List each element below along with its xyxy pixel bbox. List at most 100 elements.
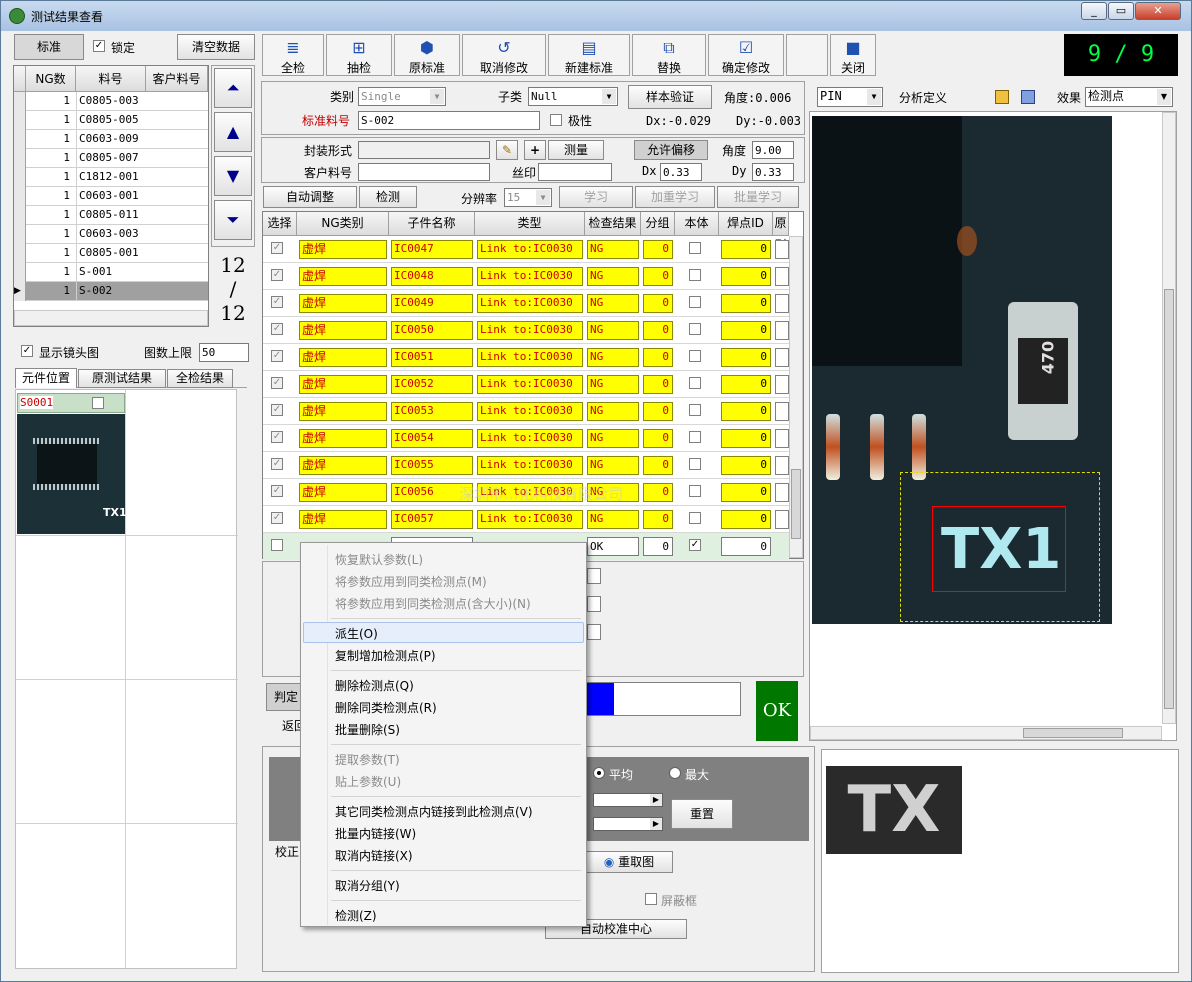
- group-value[interactable]: 0: [643, 321, 673, 340]
- principle-cell[interactable]: [775, 348, 789, 367]
- table-row[interactable]: ✓ 虚焊 IC0052 Link to:IC0030 NG 0 0: [263, 371, 789, 398]
- group-value[interactable]: 0: [643, 348, 673, 367]
- solder-id[interactable]: 0: [721, 429, 771, 448]
- menu-item[interactable]: 恢复默认参数(L): [335, 551, 423, 568]
- customer-part-input[interactable]: [358, 163, 490, 181]
- polarity-checkbox[interactable]: [550, 114, 562, 126]
- sub-part-type[interactable]: Link to:IC0030: [477, 429, 583, 448]
- confirm-edit-button[interactable]: ☑ 确定修改: [708, 34, 784, 76]
- silk-input[interactable]: [538, 163, 612, 181]
- check-result[interactable]: NG: [587, 267, 639, 286]
- body-checkbox[interactable]: [689, 323, 701, 335]
- group-value[interactable]: 0: [643, 510, 673, 529]
- group-value[interactable]: 0: [643, 402, 673, 421]
- sub-part-name[interactable]: IC0052: [391, 375, 473, 394]
- layers-icon[interactable]: [995, 90, 1009, 104]
- row-select-checkbox[interactable]: ✓: [271, 350, 283, 362]
- row-select-checkbox[interactable]: ✓: [271, 296, 283, 308]
- part-list-row[interactable]: 1 C0603-001: [14, 187, 208, 206]
- close-window-button[interactable]: ✕: [1135, 2, 1181, 20]
- group-value[interactable]: 0: [643, 240, 673, 259]
- menu-item[interactable]: 取消内链接(X): [335, 847, 413, 864]
- principle-cell[interactable]: [775, 456, 789, 475]
- mask-checkbox[interactable]: [645, 893, 657, 905]
- solder-id[interactable]: 0: [721, 456, 771, 475]
- sub-part-type[interactable]: Link to:IC0030: [477, 402, 583, 421]
- part-list-row[interactable]: 1 C0805-007: [14, 149, 208, 168]
- clear-data-button[interactable]: 清空数据: [177, 34, 255, 60]
- group-value[interactable]: 0: [643, 537, 673, 556]
- part-list-row[interactable]: 1 C1812-001: [14, 168, 208, 187]
- table-header-8[interactable]: 原则: [773, 212, 789, 252]
- ng-category[interactable]: 虚焊: [299, 429, 387, 448]
- row-select-checkbox[interactable]: ✓: [271, 485, 283, 497]
- sub-part-type[interactable]: Link to:IC0030: [477, 321, 583, 340]
- solder-id[interactable]: 0: [721, 321, 771, 340]
- sub-part-type[interactable]: Link to:IC0030: [477, 510, 583, 529]
- principle-cell[interactable]: [775, 483, 789, 502]
- check-result[interactable]: NG: [587, 375, 639, 394]
- image-limit-input[interactable]: 50: [199, 343, 249, 362]
- body-checkbox[interactable]: [689, 458, 701, 470]
- menu-item[interactable]: 贴上参数(U): [335, 773, 401, 790]
- sub-part-name[interactable]: IC0055: [391, 456, 473, 475]
- check-result[interactable]: NG: [587, 456, 639, 475]
- sub-part-name[interactable]: IC0047: [391, 240, 473, 259]
- principle-cell[interactable]: [775, 294, 789, 313]
- body-checkbox[interactable]: [689, 350, 701, 362]
- table-header-5[interactable]: 分组: [641, 212, 675, 236]
- menu-item[interactable]: 将参数应用到同类检测点(M): [335, 573, 487, 590]
- group-value[interactable]: 0: [643, 375, 673, 394]
- row-select-checkbox[interactable]: ✓: [271, 512, 283, 524]
- allow-offset-button[interactable]: 允许偏移: [634, 140, 708, 160]
- check-result[interactable]: NG: [587, 402, 639, 421]
- part-list-row[interactable]: ▶ 1 S-002: [14, 282, 208, 301]
- angle-input[interactable]: 9.00: [752, 141, 794, 159]
- body-checkbox[interactable]: ✓: [689, 539, 701, 551]
- principle-cell[interactable]: [775, 375, 789, 394]
- menu-item[interactable]: 批量内链接(W): [335, 825, 416, 842]
- tab-standard[interactable]: 标准: [14, 34, 84, 60]
- category-select[interactable]: Single ▼: [358, 87, 446, 106]
- original-standard-button[interactable]: ⬢ 原标准: [394, 34, 460, 76]
- part-list-row[interactable]: 1 C0805-011: [14, 206, 208, 225]
- sample-check-button[interactable]: ⊞ 抽检: [326, 34, 392, 76]
- learn-button[interactable]: 学习: [559, 186, 633, 208]
- part-list-row[interactable]: 1 C0603-009: [14, 130, 208, 149]
- check-result[interactable]: OK: [587, 537, 639, 556]
- thumbnail-checkbox[interactable]: [92, 397, 104, 409]
- principle-cell[interactable]: [775, 402, 789, 421]
- solder-id[interactable]: 0: [721, 240, 771, 259]
- first-page-button[interactable]: ⏶: [214, 68, 252, 108]
- sub-part-name[interactable]: IC0054: [391, 429, 473, 448]
- row-select-checkbox[interactable]: ✓: [271, 431, 283, 443]
- sub-part-name[interactable]: IC0048: [391, 267, 473, 286]
- menu-item[interactable]: 取消分组(Y): [335, 877, 400, 894]
- check-result[interactable]: NG: [587, 348, 639, 367]
- check-result[interactable]: NG: [587, 429, 639, 448]
- reinforce-learn-button[interactable]: 加重学习: [635, 186, 715, 208]
- lock-checkbox[interactable]: ✓: [93, 40, 105, 52]
- cancel-edit-button[interactable]: ↺ 取消修改: [462, 34, 546, 76]
- body-checkbox[interactable]: [689, 269, 701, 281]
- table-header-2[interactable]: 子件名称: [389, 212, 475, 236]
- max-radio[interactable]: [669, 767, 681, 779]
- avg-radio[interactable]: [593, 767, 605, 779]
- pin-select[interactable]: PIN ▼: [817, 87, 883, 107]
- ng-category[interactable]: 虚焊: [299, 483, 387, 502]
- table-header-4[interactable]: 检查结果: [585, 212, 641, 236]
- group-value[interactable]: 0: [643, 429, 673, 448]
- table-header-7[interactable]: 焊点ID: [719, 212, 773, 236]
- full-check-button[interactable]: ≣ 全检: [262, 34, 324, 76]
- tab-component-position[interactable]: 元件位置: [15, 368, 77, 388]
- thumbnail-image[interactable]: TX1: [17, 414, 127, 534]
- table-row[interactable]: ✓ 虚焊 IC0047 Link to:IC0030 NG 0 0: [263, 236, 789, 263]
- body-checkbox[interactable]: [689, 242, 701, 254]
- add-plus-button[interactable]: +: [524, 140, 546, 160]
- ng-category[interactable]: 虚焊: [299, 267, 387, 286]
- table-row[interactable]: ✓ 虚焊 IC0054 Link to:IC0030 NG 0 0: [263, 425, 789, 452]
- sub-part-type[interactable]: Link to:IC0030: [477, 456, 583, 475]
- replace-button[interactable]: ⧉ 替换: [632, 34, 706, 76]
- principle-cell[interactable]: [775, 267, 789, 286]
- sub-part-type[interactable]: Link to:IC0030: [477, 240, 583, 259]
